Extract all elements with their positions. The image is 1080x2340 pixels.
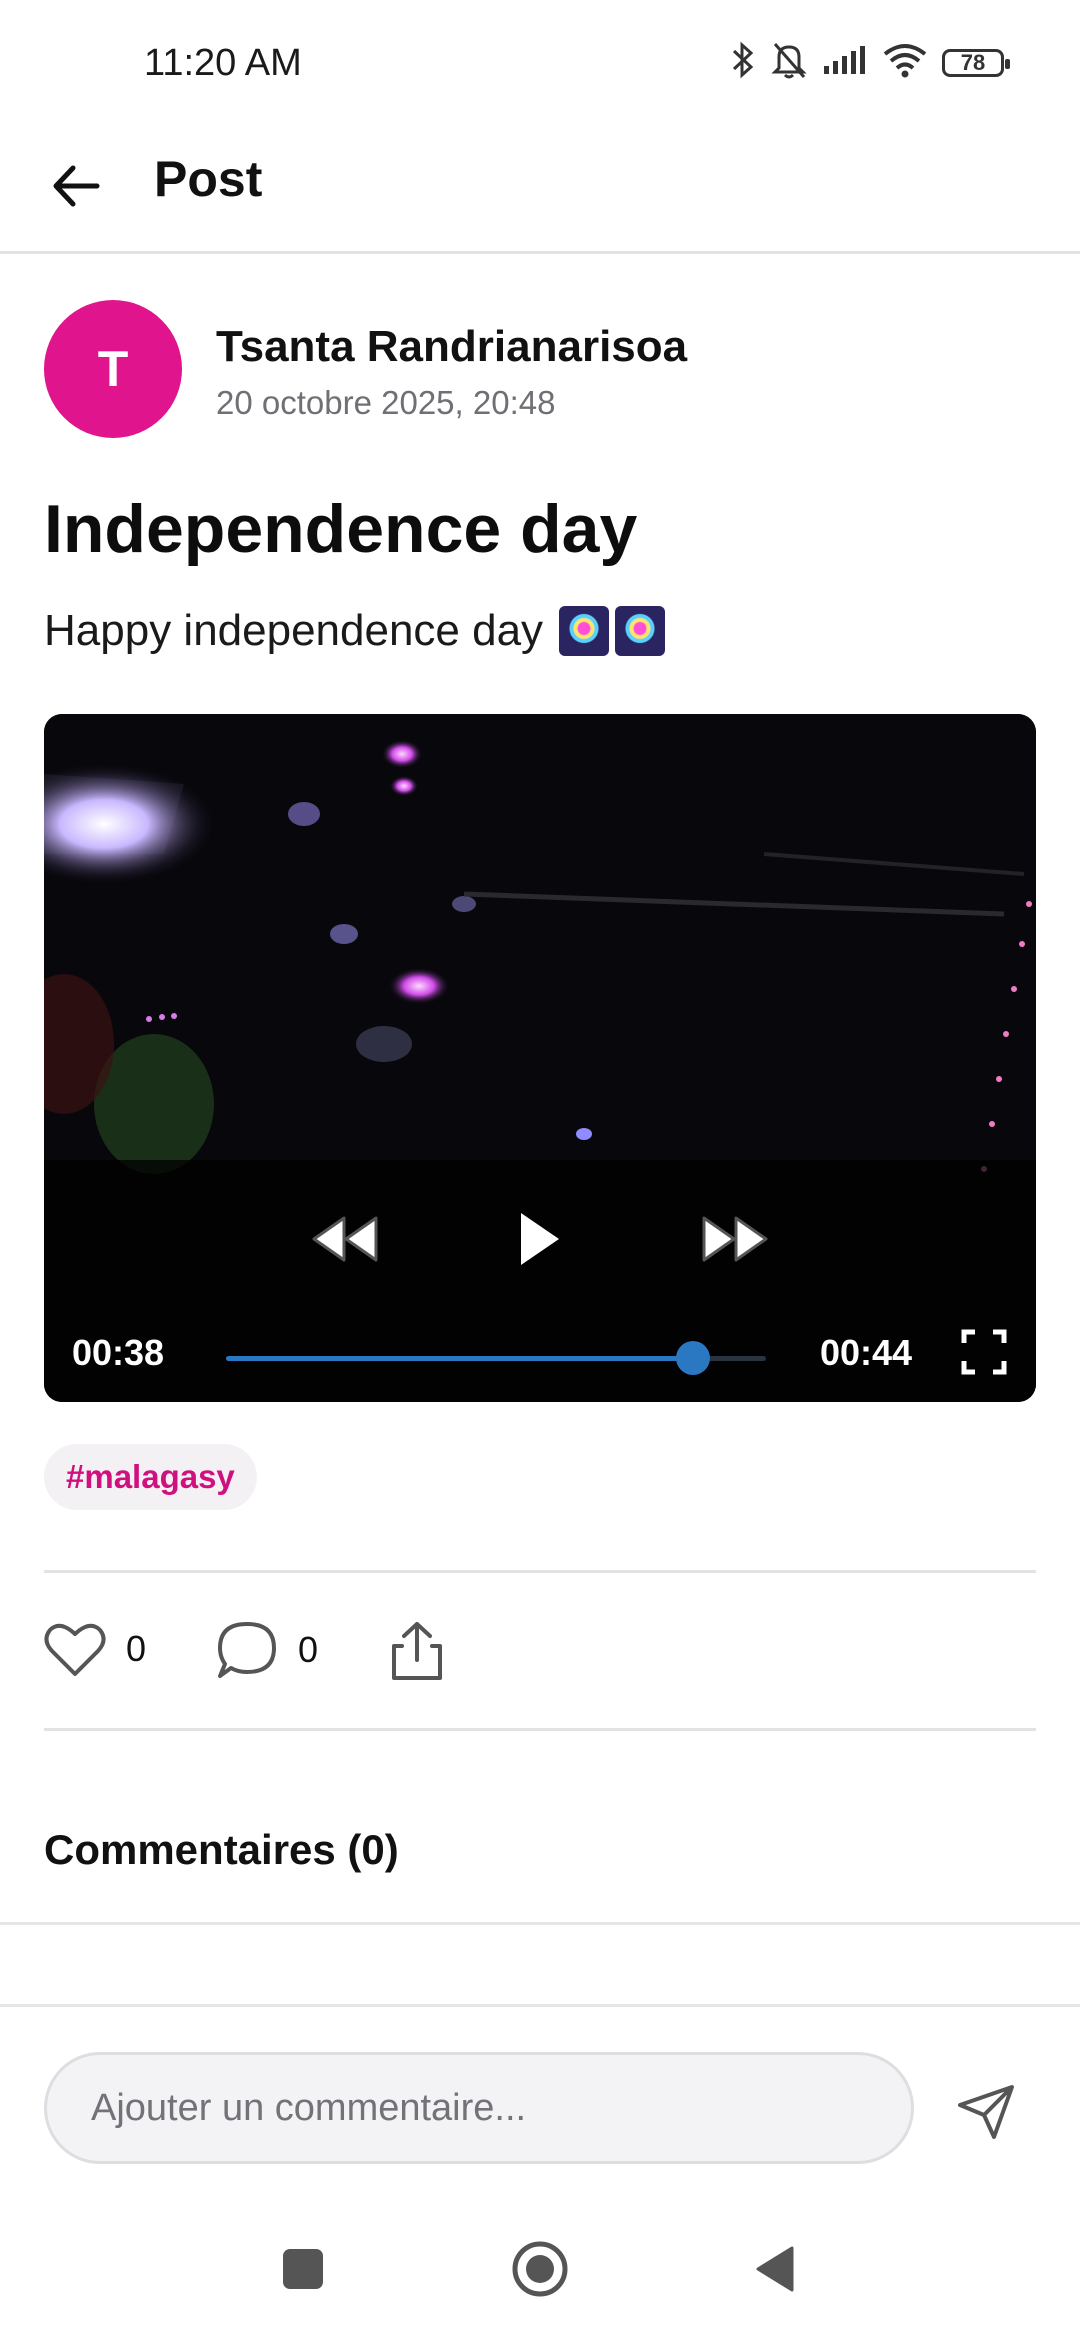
comments-heading: Commentaires (0) (44, 1826, 399, 1873)
comment-button[interactable]: 0 (216, 1620, 318, 1680)
signal-icon (822, 44, 868, 81)
play-button[interactable] (496, 1196, 582, 1282)
fast-forward-button[interactable] (692, 1202, 778, 1276)
author-name[interactable]: Tsanta Randrianarisoa (216, 322, 687, 372)
home-circle-icon (512, 2241, 568, 2297)
post-title: Independence day (44, 491, 638, 567)
seek-bar[interactable] (226, 1341, 766, 1375)
rewind-icon (312, 1216, 378, 1262)
post-body-text: Happy independence day (44, 606, 544, 655)
avatar[interactable]: T (44, 300, 182, 438)
divider (44, 1728, 1036, 1731)
post-date: 20 octobre 2025, 20:48 (216, 384, 556, 421)
video-total-time: 00:44 (820, 1332, 913, 1373)
share-icon (392, 1622, 442, 1680)
seek-progress (226, 1356, 693, 1361)
video-controls: 00:38 00:44 (44, 1160, 1036, 1402)
status-bar: 11:20 AM 78 (0, 0, 1080, 130)
heart-icon (44, 1623, 106, 1676)
comment-input[interactable] (44, 2052, 914, 2164)
like-count: 0 (126, 1628, 147, 1669)
status-time: 11:20 AM (144, 42, 302, 84)
post-author: T Tsanta Randrianarisoa 20 octobre 2025,… (44, 300, 1044, 440)
fast-forward-icon (702, 1216, 768, 1262)
system-nav-bar (0, 2210, 1080, 2340)
play-icon (521, 1213, 559, 1265)
post-body: Happy independence day (44, 606, 666, 656)
notifications-off-icon (770, 40, 808, 85)
back-nav-button[interactable] (752, 2246, 798, 2292)
seek-thumb[interactable] (675, 1341, 710, 1375)
recents-button[interactable] (280, 2246, 326, 2292)
comment-count: 0 (298, 1629, 319, 1670)
share-button[interactable] (388, 1620, 446, 1682)
home-button[interactable] (510, 2239, 570, 2299)
send-icon (958, 2085, 1014, 2139)
app-bar: Post (0, 130, 1080, 254)
fullscreen-icon (961, 1329, 1007, 1375)
back-button[interactable] (44, 154, 108, 218)
like-button[interactable]: 0 (44, 1620, 146, 1678)
bluetooth-icon (730, 40, 756, 85)
square-icon (283, 2249, 323, 2289)
divider (0, 2004, 1080, 2007)
fullscreen-button[interactable] (956, 1324, 1012, 1380)
video-current-time: 00:38 (72, 1332, 165, 1373)
fireworks-icon (615, 606, 666, 656)
video-player[interactable]: 00:38 00:44 (44, 714, 1036, 1402)
hashtag-chip[interactable]: #malagasy (44, 1444, 257, 1510)
triangle-back-icon (756, 2246, 794, 2292)
status-icons: 78 (730, 40, 1010, 85)
arrow-back-icon (53, 165, 100, 207)
wifi-icon (882, 42, 928, 83)
fireworks-icon (559, 606, 610, 656)
page-title: Post (154, 151, 263, 207)
post-actions: 0 0 (44, 1620, 1036, 1688)
divider (0, 1922, 1080, 1925)
comment-icon (218, 1622, 276, 1678)
rewind-button[interactable] (302, 1202, 388, 1276)
battery-icon: 78 (942, 48, 1010, 77)
send-button[interactable] (950, 2076, 1022, 2148)
divider (44, 1570, 1036, 1573)
